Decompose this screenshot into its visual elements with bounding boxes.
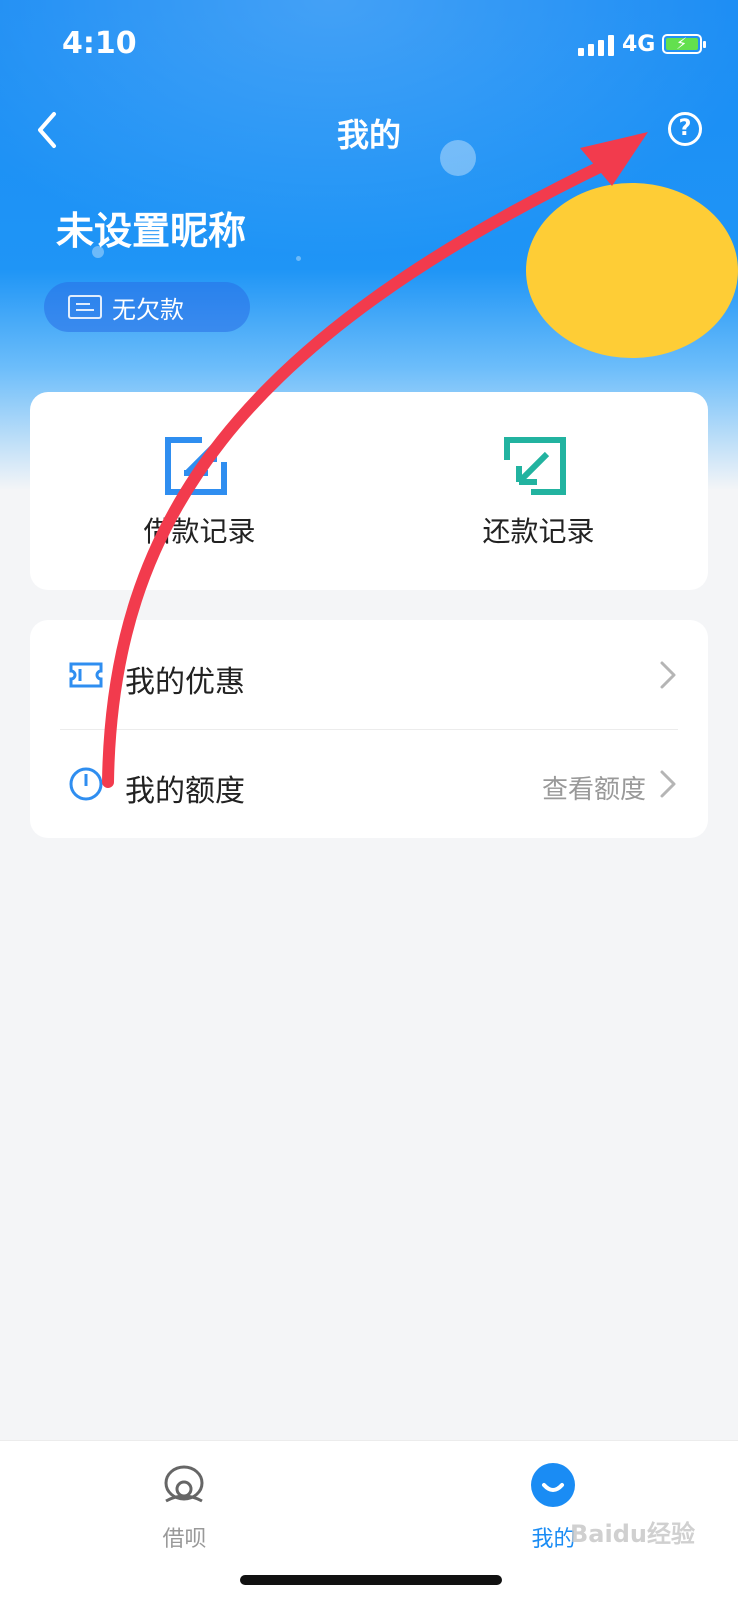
jiebei-icon bbox=[164, 1465, 204, 1503]
menu-card: 我的优惠 我的额度 查看额度 bbox=[30, 620, 708, 838]
tab-label: 借呗 bbox=[162, 1527, 207, 1552]
borrow-record-button[interactable]: 借款记录 bbox=[30, 392, 369, 590]
status-bar: 4:10 4G ⚡ bbox=[0, 0, 738, 90]
status-time: 4:10 bbox=[62, 26, 137, 61]
avatar[interactable] bbox=[526, 183, 738, 358]
nickname[interactable]: 未设置昵称 bbox=[56, 200, 246, 255]
network-type: 4G bbox=[622, 32, 656, 57]
menu-item-label: 我的额度 bbox=[125, 774, 245, 809]
signal-icon bbox=[578, 34, 614, 56]
page-title: 我的 bbox=[336, 116, 401, 154]
bill-icon bbox=[68, 295, 102, 319]
view-credit-link: 查看额度 bbox=[541, 775, 646, 805]
records-card: 借款记录 还款记录 bbox=[30, 392, 708, 590]
nav-bar: 我的 ? bbox=[0, 100, 738, 160]
smile-icon bbox=[531, 1463, 575, 1507]
repay-record-label: 还款记录 bbox=[482, 515, 595, 548]
watermark: Baidu经验 bbox=[570, 1520, 695, 1548]
battery-icon: ⚡ bbox=[662, 34, 706, 54]
credit-gauge-icon bbox=[69, 767, 103, 801]
question-circle-icon[interactable]: ? bbox=[668, 112, 702, 146]
borrow-record-label: 借款记录 bbox=[143, 515, 256, 548]
decor-dot bbox=[296, 256, 301, 261]
repay-record-button[interactable]: 还款记录 bbox=[369, 392, 708, 590]
coupon-icon bbox=[69, 662, 103, 688]
repay-record-icon bbox=[504, 437, 566, 495]
tab-jiebei[interactable]: 借呗 bbox=[0, 1441, 369, 1561]
debt-status-label: 无欠款 bbox=[112, 295, 184, 324]
home-indicator bbox=[240, 1575, 502, 1585]
menu-item-credit[interactable]: 我的额度 查看额度 bbox=[30, 729, 708, 838]
chevron-right-icon bbox=[660, 770, 676, 798]
borrow-record-icon bbox=[165, 437, 227, 495]
menu-item-label: 我的优惠 bbox=[125, 665, 245, 700]
chevron-right-icon bbox=[660, 661, 676, 689]
debt-status-badge: 无欠款 bbox=[44, 282, 250, 332]
menu-item-coupons[interactable]: 我的优惠 bbox=[30, 620, 708, 729]
